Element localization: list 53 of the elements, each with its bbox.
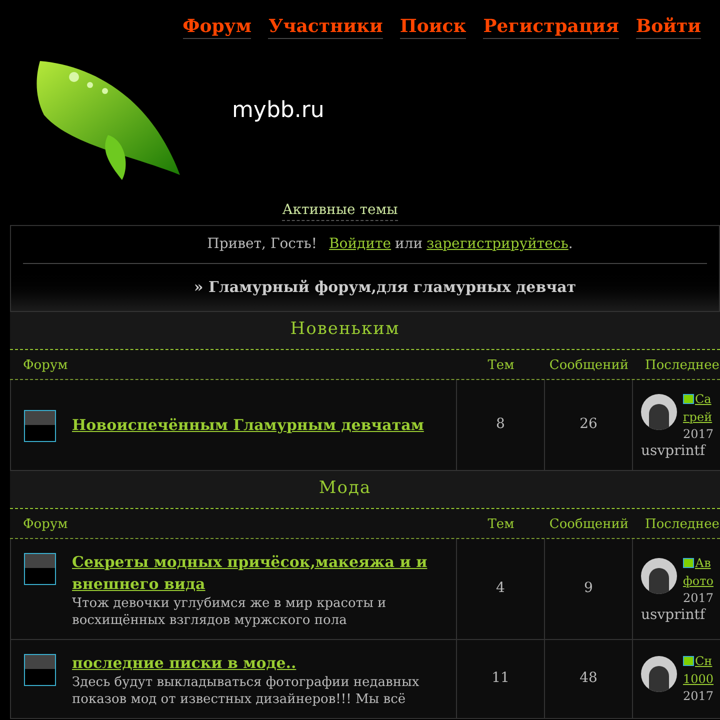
table-cell-text: 9 [584,579,593,598]
logo-text: mybb.ru [232,96,324,124]
post-author: usvprintf [641,442,707,460]
register-link[interactable]: зарегистрируйтесь [426,234,568,255]
last-post-link[interactable]: 1000 [683,670,714,688]
table-cell-text: 48 [580,669,598,688]
avatar-icon [641,656,677,692]
column-header: Форум [23,358,68,373]
forum-status-icon [24,410,56,442]
column-header: Сообщений [549,517,629,532]
section-title: Новеньким [290,318,400,342]
nav-link[interactable]: Регистрация [483,13,619,39]
column-header: Тем [488,358,514,373]
forum-link[interactable]: Новоиспечённым Гламурным девчатам [72,414,424,436]
post-date: 2017 [683,590,714,606]
forum-title: » Гламурный форум,для гламурных девчат [194,277,576,298]
active-topics-link[interactable]: Активные темы [282,200,398,221]
nav-link[interactable]: Поиск [400,13,466,39]
column-header: Тем [488,517,514,532]
last-post-link[interactable]: Сн [695,652,712,670]
forum-description: показов мод от известных дизайнеров!!! Мы всё [72,690,407,708]
last-post-link[interactable]: фото [683,572,714,590]
table-cell-text: 26 [580,415,598,434]
column-header: Форум [23,517,68,532]
column-header: Сообщений [549,358,629,373]
column-header: Последнее [645,358,720,373]
table-cell-text: 11 [492,669,510,688]
column-header: Последнее [645,517,720,532]
nav-link[interactable]: Участники [268,13,383,39]
section-title: Мода [318,477,372,500]
forum-description: Чтож девочки углубимся же в мир красоты и [72,594,388,612]
last-post-link[interactable]: Са [695,390,712,408]
or-text: или [395,235,423,254]
table-cell-text: 8 [496,415,505,434]
forum-link[interactable]: Секреты модных причёсок,макеяжа и и внешнего вида [72,550,450,594]
last-post-link[interactable]: грей [683,408,714,426]
greeting-text: Привет, Гость! [207,235,317,254]
last-post-link[interactable]: Ав [695,554,711,572]
post-date: 2017 [683,688,714,705]
nav-link[interactable]: Форум [182,13,252,39]
avatar-icon [641,394,677,430]
nav-link[interactable]: Войти [636,13,701,39]
forum-status-icon [24,552,56,584]
avatar-icon [641,558,677,594]
post-author: usvprintf [641,606,707,624]
period-text: . [568,235,573,254]
forum-link[interactable]: последние писки в моде.. [72,652,420,674]
forum-status-icon [24,654,56,686]
post-date: 2017 [683,426,714,442]
forum-description: восхищённых взглядов муржского пола [72,612,348,628]
forum-description: Здесь будут выкладываться фотографии недавных [72,674,420,690]
table-cell-text: 4 [496,579,505,598]
login-link[interactable]: Войдите [329,234,392,255]
